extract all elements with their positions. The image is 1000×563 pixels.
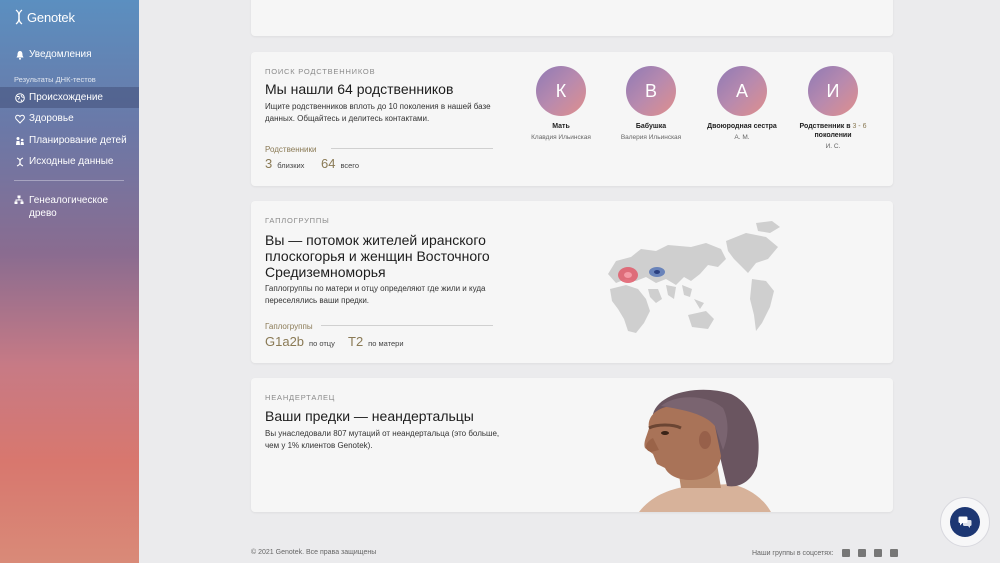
dna-icon [14, 156, 25, 167]
bell-icon [14, 49, 25, 60]
haplo-eyebrow: ГАПЛОГРУППЫ [265, 216, 330, 225]
paternal-haplogroup-label: по отцу [309, 339, 335, 348]
chat-bubble-icon [958, 516, 972, 528]
sidebar: Genotek Уведомления Результаты ДНК-тесто… [0, 0, 139, 563]
sidebar-item-label: Здоровье [29, 113, 74, 124]
haplo-description: Гаплогруппы по матери и отцу определяют … [265, 283, 485, 307]
close-relatives-label: близких [277, 161, 305, 170]
close-relatives-count: 3 [265, 156, 273, 171]
family-icon [14, 135, 25, 146]
sidebar-section-title: Результаты ДНК-тестов [14, 75, 96, 84]
brand-logo[interactable]: Genotek [14, 9, 75, 25]
sidebar-item-label: Генеалогическое древо [29, 195, 109, 219]
sidebar-item-raw-data[interactable]: Исходные данные [0, 151, 139, 172]
sidebar-divider [14, 180, 124, 181]
heart-icon [14, 113, 25, 124]
title-line: Средиземноморья [265, 264, 386, 280]
sidebar-item-family-planning[interactable]: Планирование детей [0, 130, 139, 151]
globe-icon [14, 92, 25, 103]
relative-name: И. С. [825, 143, 841, 150]
description-line: Гаплогруппы по матери и отцу определяют … [265, 284, 486, 293]
relatives-title: Мы нашли 64 родственников [265, 81, 454, 97]
sidebar-item-label: Уведомления [29, 49, 92, 60]
relative-card-grandmother[interactable]: В Бабушка Валерия Ильинская [611, 66, 691, 142]
relative-name: Валерия Ильинская [620, 134, 682, 141]
social-links: Наши группы в соцсетях: [752, 549, 898, 557]
description-line: Ищите родственников вплоть до 10 поколен… [265, 102, 491, 111]
description-line: данных. Общайтесь и делитесь контактами. [265, 114, 430, 123]
total-relatives-label: всего [340, 161, 360, 170]
relatives-eyebrow: ПОИСК РОДСТВЕННИКОВ [265, 67, 376, 76]
avatar: В [626, 66, 676, 116]
title-line: Вы — потомок жителей иранского [265, 232, 486, 248]
haplo-stats-label: Гаплогруппы [265, 322, 313, 331]
description-line: чем у 1% клиентов Genotek). [265, 441, 373, 450]
relation-generation: 3 - 6 [852, 123, 867, 130]
haplogroups-card[interactable]: ГАПЛОГРУППЫ Вы — потомок жителей иранско… [251, 201, 893, 363]
relation-text: поколении [814, 132, 852, 139]
avatar: А [717, 66, 767, 116]
copyright: © 2021 Genotek. Все права защищены [251, 549, 377, 556]
neanderthal-description: Вы унаследовали 807 мутаций от неандерта… [265, 428, 499, 452]
description-line: переселялись ваши предки. [265, 296, 370, 305]
relatives-stats-label: Родственники [265, 145, 317, 154]
avatar: И [808, 66, 858, 116]
relative-card-cousin[interactable]: А Двоюродная сестра А. М. [702, 66, 782, 142]
relative-card-distant[interactable]: И Родственник в 3 - 6 поколении И. С. [793, 66, 873, 151]
sidebar-item-label: Исходные данные [29, 156, 114, 167]
description-line: Вы унаследовали 807 мутаций от неандерта… [265, 429, 500, 438]
vk-icon[interactable] [889, 549, 898, 557]
neanderthal-card[interactable]: НЕАНДЕРТАЛЕЦ Ваши предки — неандертальцы… [251, 378, 893, 512]
neanderthal-eyebrow: НЕАНДЕРТАЛЕЦ [265, 393, 336, 402]
sidebar-item-label: Происхождение [29, 92, 103, 103]
brand-name: Genotek [27, 9, 75, 25]
twitter-icon[interactable] [857, 549, 866, 557]
relative-card-mother[interactable]: К Мать Клавдия Ильинская [521, 66, 601, 142]
maternal-haplogroup-label: по матери [368, 339, 404, 348]
title-line: плоскогорья и женщин Восточного [265, 248, 490, 264]
social-label: Наши группы в соцсетях: [752, 549, 834, 557]
facebook-icon[interactable] [841, 549, 850, 557]
relative-relation: Мать [552, 123, 570, 130]
paternal-haplogroup-code: G1a2b [265, 334, 305, 349]
relative-relation: Двоюродная сестра [707, 123, 777, 130]
total-relatives-count: 64 [321, 156, 336, 171]
divider [321, 325, 493, 326]
tree-icon [14, 195, 25, 206]
chat-button[interactable] [950, 507, 980, 537]
sidebar-item-origin[interactable]: Происхождение [0, 87, 139, 108]
dna-logo-icon [15, 9, 23, 25]
relative-relation: Родственник в 3 - 6 поколении [793, 122, 873, 140]
sidebar-item-family-tree[interactable]: Генеалогическое древо [14, 194, 134, 220]
maternal-haplogroup-code: T2 [348, 334, 364, 349]
sidebar-item-label: Планирование детей [29, 135, 127, 146]
paternal-haplogroup[interactable]: G1a2b по отцу [265, 334, 335, 349]
total-relatives-stat[interactable]: 64 всего [321, 156, 359, 171]
maternal-haplogroup[interactable]: T2 по матери [348, 334, 404, 349]
sidebar-item-health[interactable]: Здоровье [0, 108, 139, 129]
world-map-illustration [608, 221, 780, 333]
relative-name: Клавдия Ильинская [531, 134, 591, 141]
relative-name: А. М. [734, 134, 750, 141]
chat-widget [940, 497, 990, 547]
close-relatives-stat[interactable]: 3 близких [265, 156, 304, 171]
previous-card [251, 0, 893, 36]
instagram-icon[interactable] [873, 549, 882, 557]
neanderthal-portrait-illustration [639, 389, 771, 512]
divider [331, 148, 493, 149]
neanderthal-title: Ваши предки — неандертальцы [265, 408, 474, 424]
relatives-card[interactable]: ПОИСК РОДСТВЕННИКОВ Мы нашли 64 родствен… [251, 52, 893, 186]
sidebar-item-notifications[interactable]: Уведомления [0, 44, 139, 65]
avatar: К [536, 66, 586, 116]
relation-text: Родственник в [799, 123, 851, 130]
haplo-title: Вы — потомок жителей иранского плоскогор… [265, 232, 490, 280]
relatives-description: Ищите родственников вплоть до 10 поколен… [265, 101, 491, 125]
relative-relation: Бабушка [635, 123, 667, 130]
